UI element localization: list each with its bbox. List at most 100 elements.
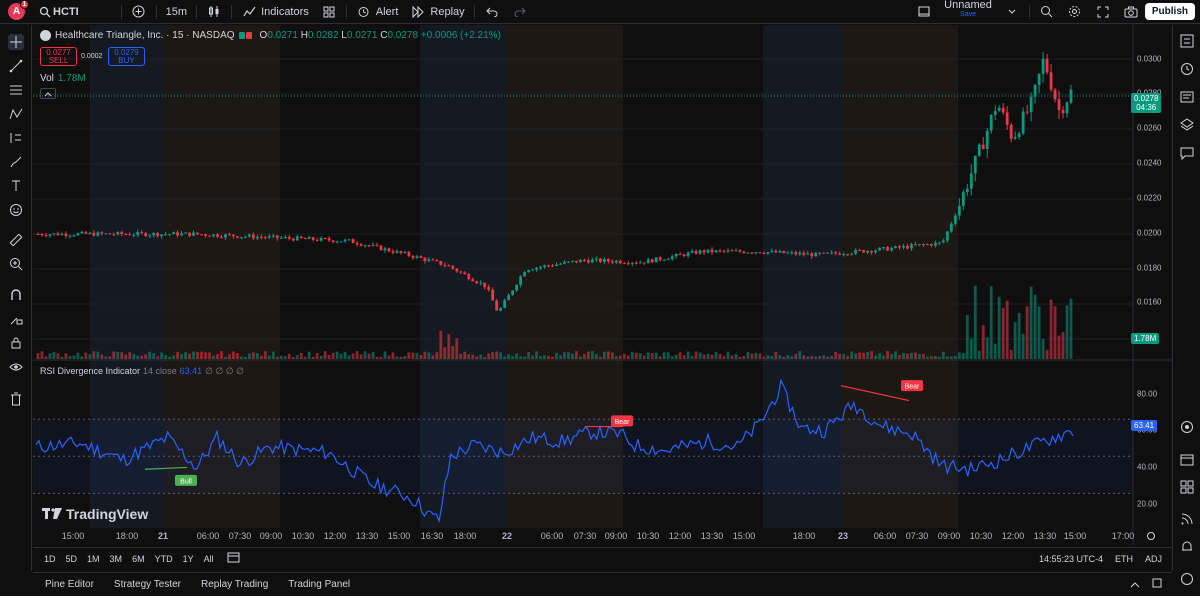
volume-bar	[670, 356, 674, 359]
ideas-icon[interactable]	[1179, 419, 1195, 435]
candle-body	[495, 300, 499, 311]
candle-body	[463, 272, 467, 275]
symbol-name: HCTI	[53, 5, 79, 18]
alert-button[interactable]: Alert	[350, 0, 405, 24]
crosshair-icon[interactable]	[8, 34, 24, 50]
layouts-button[interactable]	[315, 0, 343, 24]
range-5d[interactable]: 5D	[61, 554, 83, 564]
range-1y[interactable]: 1Y	[178, 554, 199, 564]
eye-icon[interactable]	[8, 359, 24, 375]
buy-button[interactable]: 0.0279 BUY	[108, 47, 145, 66]
clock[interactable]: 14:55:23 UTC-4	[1039, 554, 1103, 564]
prediction-icon[interactable]	[8, 130, 24, 146]
candle-body	[674, 253, 678, 257]
candle-body	[547, 265, 550, 267]
volume-bar	[993, 343, 997, 359]
range-1d[interactable]: 1D	[39, 554, 61, 564]
publish-button[interactable]: Publish	[1144, 3, 1195, 20]
notifications-icon[interactable]	[1179, 539, 1195, 555]
price-tick-label: 0.0180	[1137, 263, 1162, 273]
snapshot-button[interactable]	[1117, 0, 1145, 24]
volume-bar	[902, 352, 905, 359]
text-icon[interactable]	[8, 178, 24, 194]
volume-bar	[267, 355, 271, 359]
lock-icon[interactable]	[8, 335, 24, 351]
help-icon[interactable]	[1179, 571, 1195, 587]
volume-bar	[930, 356, 933, 359]
range-ytd[interactable]: YTD	[150, 554, 178, 564]
news-icon[interactable]	[1179, 89, 1195, 105]
chart-type-button[interactable]	[200, 0, 228, 24]
candle-body	[403, 252, 407, 254]
layout-dropdown[interactable]	[998, 0, 1026, 24]
symbol-search-button[interactable]: HCTI	[31, 0, 85, 24]
streams-icon[interactable]	[1179, 511, 1195, 527]
candle-body	[790, 252, 794, 254]
volume-bar	[108, 356, 112, 359]
compare-button[interactable]	[125, 0, 153, 24]
candle-body	[894, 246, 897, 249]
user-avatar[interactable]: A 1	[8, 0, 29, 20]
volume-bar	[1049, 299, 1053, 359]
zoom-in-icon[interactable]	[8, 256, 24, 272]
redo-icon	[512, 4, 528, 20]
tab-replay-trading[interactable]: Replay Trading	[191, 579, 278, 590]
quick-search-button[interactable]	[1033, 0, 1061, 24]
candle-body	[200, 234, 203, 236]
fullscreen-button[interactable]	[1089, 0, 1117, 24]
collapse-panel-icon[interactable]	[1130, 579, 1140, 591]
bear-label: Bear	[615, 419, 630, 426]
volume-bar	[307, 351, 311, 359]
collapse-legend-button[interactable]	[40, 88, 56, 99]
volume-bar	[104, 356, 108, 359]
range-3m[interactable]: 3M	[105, 554, 128, 564]
time-tick-label: 07:30	[905, 531, 929, 541]
tab-pine-editor[interactable]: Pine Editor	[35, 579, 104, 590]
volume-bar	[363, 351, 367, 359]
time-tick-label: 15:00	[61, 531, 85, 541]
redo-button[interactable]	[506, 0, 534, 24]
adjust-toggle[interactable]: ADJ	[1145, 554, 1162, 564]
volume-bar	[682, 355, 686, 359]
price-chart[interactable]: Bull Bear Bear	[33, 25, 1171, 545]
layers-icon[interactable]	[1179, 117, 1195, 133]
settings-button[interactable]	[1061, 0, 1089, 24]
interval-button[interactable]: 15m	[160, 0, 193, 24]
tab-trading-panel[interactable]: Trading Panel	[278, 579, 360, 590]
candle-body	[359, 244, 363, 246]
trend-line-icon[interactable]	[8, 58, 24, 74]
magnet-icon[interactable]	[8, 287, 24, 303]
watchlist-icon[interactable]	[1179, 33, 1195, 49]
volume-bar	[886, 351, 889, 359]
brush-icon[interactable]	[8, 154, 24, 170]
sell-button[interactable]: 0.0277 SELL	[40, 47, 77, 66]
indicators-button[interactable]: Indicators	[235, 0, 315, 24]
session-toggle[interactable]: ETH	[1115, 554, 1133, 564]
replay-button[interactable]: Replay	[404, 0, 470, 24]
volume-bar	[694, 351, 698, 359]
fullscreen-layout-button[interactable]	[910, 0, 938, 24]
alerts-clock-icon[interactable]	[1179, 61, 1195, 77]
ruler-icon[interactable]	[8, 232, 24, 248]
calendar-icon[interactable]	[1179, 451, 1195, 467]
goto-date-icon[interactable]	[227, 551, 240, 566]
range-all[interactable]: All	[199, 554, 219, 564]
maximize-panel-icon[interactable]	[1152, 578, 1162, 591]
range-1m[interactable]: 1M	[82, 554, 105, 564]
lock-drawing-icon[interactable]	[8, 311, 24, 327]
layout-name-button[interactable]: Unnamed Save	[938, 0, 998, 24]
undo-button[interactable]	[478, 0, 506, 24]
candle-body	[184, 232, 187, 234]
volume-bar	[379, 356, 383, 359]
tab-strategy-tester[interactable]: Strategy Tester	[104, 579, 191, 590]
time-tick-label: 17:00	[1111, 531, 1135, 541]
chat-icon[interactable]	[1179, 145, 1195, 161]
trash-icon[interactable]	[8, 391, 24, 407]
hotlist-icon[interactable]	[1179, 479, 1195, 495]
fib-retracement-icon[interactable]	[8, 82, 24, 98]
range-6m[interactable]: 6M	[127, 554, 150, 564]
pattern-icon[interactable]	[8, 106, 24, 122]
emoji-icon[interactable]	[8, 202, 24, 218]
time-axis[interactable]: 15:00 18:00 21 06:00 07:30 09:00 10:30 12:00 13:…	[33, 528, 1138, 544]
range-bar: 1D 5D 1M 3M 6M YTD 1Y All 14:55:23 UTC-4 ETH AD…	[33, 547, 1172, 569]
